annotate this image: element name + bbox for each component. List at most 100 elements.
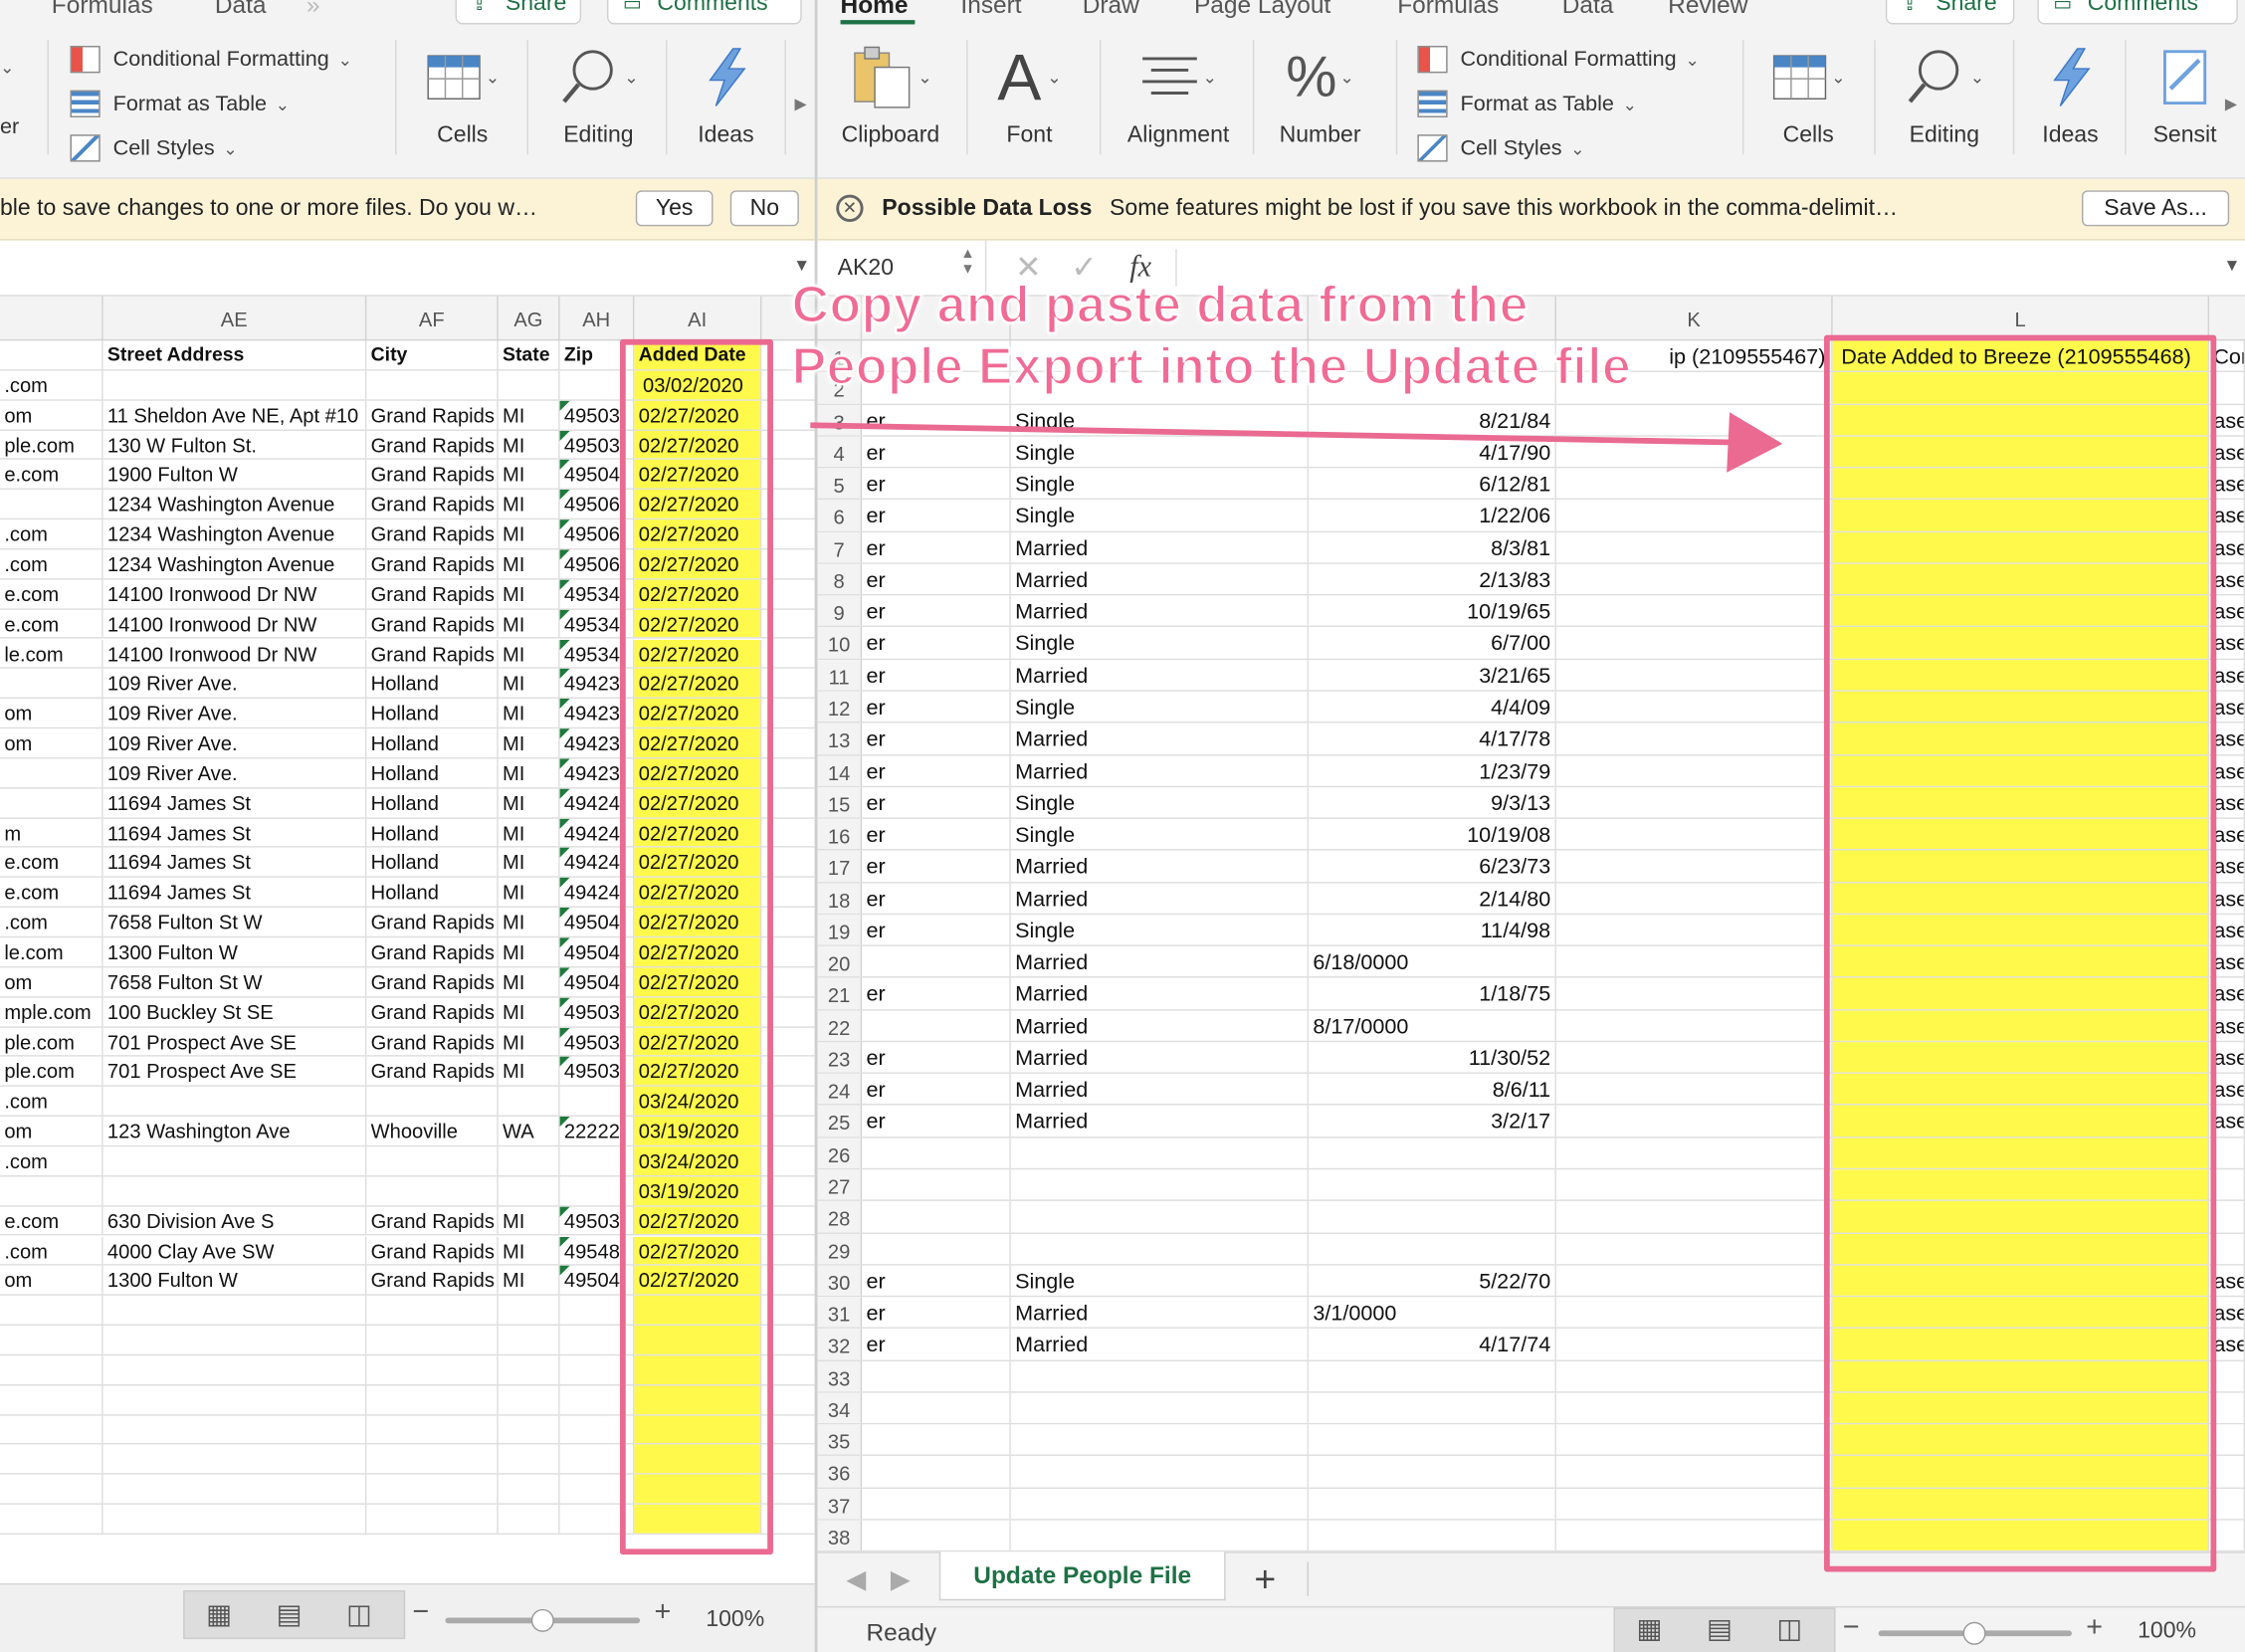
cell-ae[interactable]: 11 Sheldon Ave NE, Apt #10 [103,400,367,429]
cell-a[interactable] [862,1137,1011,1168]
cell-a[interactable] [862,1169,1011,1200]
row-number[interactable]: 15 [817,786,863,818]
cell-ag[interactable]: WA [499,1117,560,1145]
cell-b[interactable]: Married [1011,978,1310,1009]
cell-d[interactable] [1556,754,1833,786]
clipboard-button[interactable]: ⌄ Clipboard [841,40,941,148]
cell-ag[interactable]: MI [499,967,560,996]
cell-c[interactable]: 8/6/11 [1309,1074,1556,1105]
cell-d[interactable] [1556,1488,1833,1520]
cell-b[interactable]: Married [1011,1042,1310,1073]
cell-ag[interactable]: MI [499,549,560,578]
cell-ad[interactable] [0,1385,103,1414]
cell-af[interactable]: Grand Rapids [366,519,499,548]
cell-ag[interactable]: MI [499,728,560,757]
cell-c[interactable]: 4/17/74 [1309,1329,1556,1360]
cell-ae[interactable]: 123 Washington Ave [103,1117,367,1145]
share-button[interactable]: ⇪ Share [1885,0,2015,25]
formula-bar-expand-icon[interactable]: ▼ [793,255,810,275]
cell-af[interactable]: Holland [366,758,499,787]
cell-ad[interactable] [0,1296,103,1325]
cell-af[interactable] [366,1475,499,1504]
cell-c[interactable]: 1/23/79 [1309,754,1556,786]
more-tabs-icon[interactable]: » [306,0,320,20]
cell-af[interactable]: Grand Rapids [366,937,499,966]
cell-c[interactable]: 2/14/80 [1309,882,1556,914]
page-break-view-icon[interactable]: ◫ [346,1599,372,1632]
cell-d[interactable] [1556,691,1833,723]
cell-d[interactable] [1556,1424,1833,1456]
cell-ad[interactable]: om [0,699,103,727]
cell-ag[interactable] [499,1087,560,1116]
cell-af[interactable]: Holland [366,669,499,698]
cell-ae[interactable]: 7658 Fulton St W [103,967,367,996]
cell-af[interactable]: Holland [366,699,499,727]
cell-b[interactable]: Married [1011,723,1310,754]
cell-d[interactable] [1556,1169,1833,1200]
cell-a[interactable]: er [862,723,1011,754]
tab-page-layout[interactable]: Page Layout [1194,0,1330,20]
cell-ae[interactable]: 14100 Ironwood Dr NW [103,609,367,638]
cell-ag[interactable]: MI [499,1057,560,1086]
cell-ae[interactable]: 100 Buckley St SE [103,997,367,1026]
cell-d[interactable] [1556,723,1833,754]
cell-a[interactable]: er [862,850,1011,882]
cell-ae[interactable]: 701 Prospect Ave SE [103,1057,367,1086]
cell-ad[interactable]: e.com [0,460,103,489]
cell-d[interactable] [1556,1137,1833,1168]
cell-c[interactable]: 4/4/09 [1309,691,1556,723]
left-formula-bar[interactable]: ▼ [0,240,817,297]
cell-a[interactable]: er [862,627,1011,659]
editing-button[interactable]: ⌄ Editing [1895,40,1995,148]
cell-af[interactable]: Grand Rapids [366,549,499,578]
cell-ae[interactable]: 14100 Ironwood Dr NW [103,579,367,608]
cell-c[interactable]: 4/17/78 [1309,723,1556,754]
cell-af[interactable] [366,1146,499,1175]
cell-b[interactable]: Married [1011,754,1310,786]
cell-ad[interactable]: le.com [0,639,103,668]
row-number[interactable]: 34 [817,1392,863,1424]
cell-c[interactable] [1309,1456,1556,1488]
cell-af[interactable]: Grand Rapids [366,1236,499,1265]
row-number[interactable]: 6 [817,500,863,531]
cell-b[interactable]: Single [1011,786,1310,818]
cell-ag[interactable]: MI [499,878,560,907]
cell-ae[interactable]: 7658 Fulton St W [103,908,367,936]
sheet-tab-update-people-file[interactable]: Update People File [938,1551,1226,1601]
cell-styles-button[interactable]: Cell Styles ⌄ [1417,134,1733,163]
cell-c[interactable] [1309,1137,1556,1168]
cell-d[interactable] [1556,818,1833,850]
tab-formulas[interactable]: Formulas [52,0,153,20]
column-header-ag[interactable]: AG [499,296,560,341]
cell-a[interactable]: er [862,1265,1011,1296]
cell-ae[interactable] [103,370,367,399]
cell-d[interactable] [1556,1360,1833,1392]
cell-d[interactable] [1556,1042,1833,1073]
cell-af[interactable]: Holland [366,818,499,847]
cell-d[interactable] [1556,1265,1833,1296]
cell-af[interactable]: Grand Rapids [366,460,499,489]
cell-ad[interactable]: m [0,818,103,847]
page-break-view-icon[interactable]: ◫ [1777,1613,1803,1646]
cell-b[interactable] [1011,1233,1310,1264]
cell-ad[interactable]: e.com [0,878,103,907]
cell-c[interactable]: 5/22/70 [1309,1265,1556,1296]
row-number[interactable]: 31 [817,1297,863,1328]
cell-c[interactable] [1309,1233,1556,1264]
alignment-button[interactable]: ⌄ Alignment [1122,40,1236,148]
column-header-ae[interactable]: AE [103,296,367,341]
ribbon-scroll-right-icon[interactable]: ▶ [795,95,807,112]
cell-ag[interactable]: MI [499,1027,560,1056]
cell-c[interactable]: 3/21/65 [1309,659,1556,691]
cell-ag[interactable] [499,370,560,399]
cell-ag[interactable]: MI [499,997,560,1026]
cell-b[interactable]: Married [1011,1329,1310,1360]
column-header-af[interactable]: AF [366,296,499,341]
cell-ad[interactable] [0,1415,103,1444]
cell-ad[interactable]: ple.com [0,1057,103,1086]
row-number[interactable]: 10 [817,627,863,659]
cell-ae[interactable] [103,1146,367,1175]
cell-ag[interactable] [499,1445,560,1474]
row-number[interactable]: 18 [817,882,863,914]
cell-ad[interactable] [0,490,103,518]
